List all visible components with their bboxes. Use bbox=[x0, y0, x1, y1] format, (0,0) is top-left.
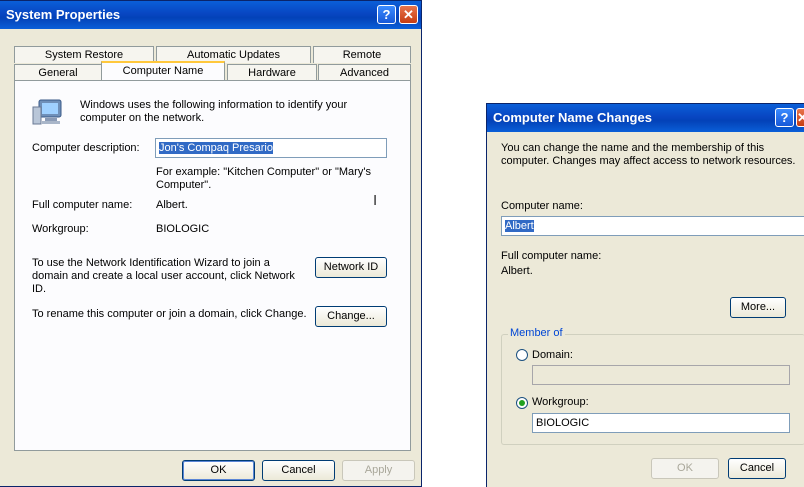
domain-radio[interactable] bbox=[516, 349, 528, 361]
name-changes-title: Computer Name Changes bbox=[493, 110, 652, 125]
tab-remote[interactable]: Remote bbox=[313, 46, 411, 63]
close-icon[interactable]: ✕ bbox=[399, 5, 418, 24]
help-icon[interactable]: ? bbox=[775, 108, 794, 127]
apply-button: Apply bbox=[342, 460, 415, 481]
workgroup-radio[interactable] bbox=[516, 397, 528, 409]
example-text: For example: "Kitchen Computer" or "Mary… bbox=[156, 166, 371, 191]
description-input[interactable]: Jon's Compaq Presario bbox=[155, 138, 387, 158]
tab-computer-name[interactable]: Computer Name bbox=[101, 61, 225, 80]
ok-button[interactable]: OK bbox=[182, 460, 255, 481]
domain-label: Domain: bbox=[532, 349, 573, 361]
workgroup-radio-label: Workgroup: bbox=[532, 396, 589, 408]
computer-name-input[interactable]: Albert bbox=[501, 216, 804, 236]
tab-general[interactable]: General bbox=[14, 64, 102, 81]
tab-hardware[interactable]: Hardware bbox=[227, 64, 317, 81]
system-properties-window: System Properties ? ✕ System Restore Aut… bbox=[0, 0, 422, 487]
workgroup-label: Workgroup: bbox=[32, 223, 89, 235]
name-changes-intro: You can change the name and the membersh… bbox=[501, 142, 796, 167]
computer-name-label: Computer name: bbox=[501, 200, 583, 212]
rename-text: To rename this computer or join a domain… bbox=[32, 308, 307, 320]
workgroup-input-value: BIOLOGIC bbox=[536, 417, 590, 429]
full-computer-name-value: Albert. bbox=[501, 265, 533, 277]
description-label: Computer description: bbox=[32, 142, 140, 154]
computer-name-value: Albert bbox=[505, 220, 534, 232]
domain-input bbox=[532, 365, 790, 385]
name-changes-ok-button: OK bbox=[651, 458, 719, 479]
full-name-label: Full computer name: bbox=[32, 199, 133, 211]
intro-text: Windows uses the following information t… bbox=[80, 99, 348, 124]
network-id-text: To use the Network Identification Wizard… bbox=[32, 257, 295, 295]
network-id-button[interactable]: Network ID bbox=[315, 257, 387, 278]
member-of-label: Member of bbox=[508, 327, 565, 339]
description-value: Jon's Compaq Presario bbox=[159, 142, 273, 154]
workgroup-value: BIOLOGIC bbox=[156, 223, 210, 235]
full-computer-name-label: Full computer name: bbox=[501, 250, 602, 262]
full-name-value: Albert. bbox=[156, 199, 188, 211]
name-changes-titlebar[interactable]: Computer Name Changes bbox=[487, 104, 804, 132]
system-properties-titlebar[interactable]: System Properties bbox=[0, 1, 421, 29]
close-icon[interactable]: ✕ bbox=[796, 108, 804, 127]
cancel-button[interactable]: Cancel bbox=[262, 460, 335, 481]
window-title: System Properties bbox=[6, 7, 121, 22]
workgroup-input[interactable]: BIOLOGIC bbox=[532, 413, 790, 433]
change-button[interactable]: Change... bbox=[315, 306, 387, 327]
computer-icon bbox=[31, 98, 65, 126]
tab-advanced[interactable]: Advanced bbox=[318, 64, 411, 81]
more-button[interactable]: More... bbox=[730, 297, 786, 318]
name-changes-cancel-button[interactable]: Cancel bbox=[728, 458, 786, 479]
text-cursor-icon: I bbox=[373, 192, 378, 209]
computer-name-changes-window: Computer Name Changes ? ✕ You can change… bbox=[486, 103, 804, 487]
help-icon[interactable]: ? bbox=[377, 5, 396, 24]
